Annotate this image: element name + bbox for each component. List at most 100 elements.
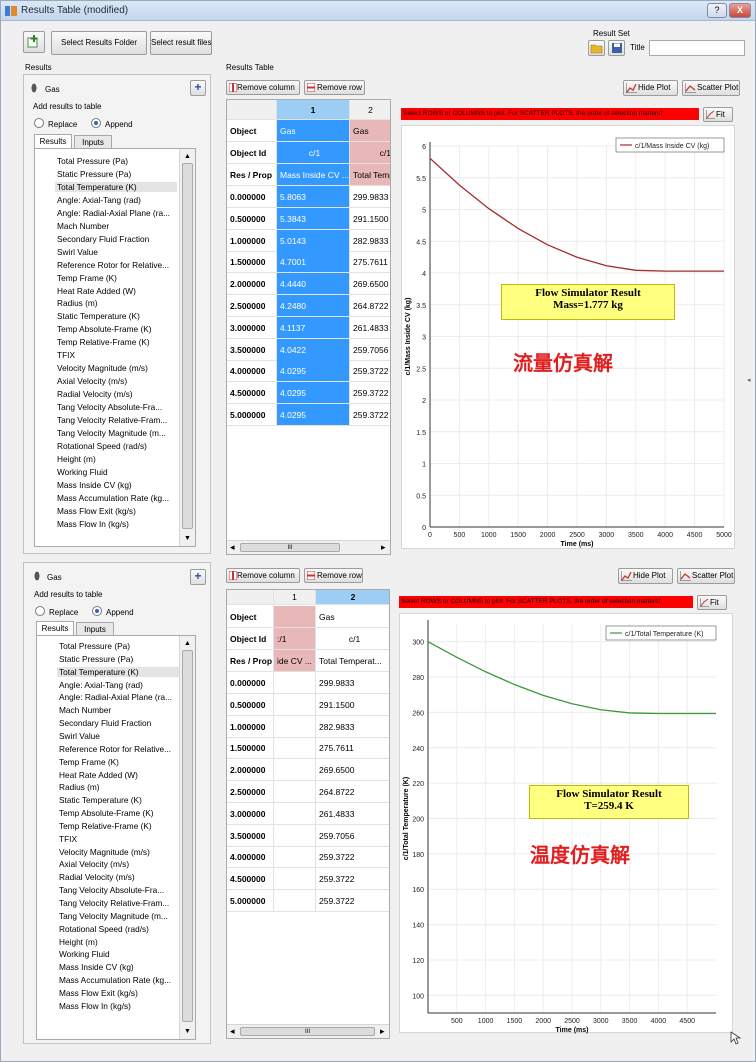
table-meta-cell[interactable]: Mass Inside CV ... (277, 164, 350, 186)
table-meta-cell-bottom[interactable]: c/1 (316, 628, 389, 650)
table-cell[interactable]: 275.7611 (350, 251, 390, 274)
scroll-up-arrow-bottom[interactable]: ▲ (184, 640, 191, 647)
table-cell-bottom[interactable]: 264.8722 (316, 781, 389, 803)
results-list-item[interactable]: Static Temperature (K) (57, 311, 140, 321)
results-list-bottom-item[interactable]: Heat Rate Added (W) (59, 770, 138, 780)
results-list-bottom-item[interactable]: Mach Number (59, 705, 111, 715)
table-meta-cell[interactable]: c/1 (277, 142, 350, 164)
table-row-bottom[interactable]: 1.500000 (227, 737, 274, 760)
table-row[interactable]: 5.000000 (227, 404, 277, 426)
select-result-files-button[interactable]: Select result files (150, 31, 212, 55)
results-list-item[interactable]: Reference Rotor for Relative... (57, 260, 169, 270)
table-cell[interactable]: 5.0143 (277, 229, 350, 252)
select-results-folder-button[interactable]: Select Results Folder (51, 31, 147, 55)
results-list-item[interactable]: Velocity Magnitude (m/s) (57, 363, 148, 373)
results-list-item[interactable]: Swirl Value (57, 247, 98, 257)
scatter-plot-button-bottom[interactable]: Scatter Plot (677, 568, 735, 584)
table-row[interactable]: 3.000000 (227, 316, 277, 339)
scroll-thumb[interactable] (182, 163, 193, 529)
table-cell[interactable]: 4.4440 (277, 273, 350, 296)
add-object-button[interactable]: + (190, 80, 206, 96)
results-list-item[interactable]: Radial Velocity (m/s) (57, 389, 133, 399)
table-cell-bottom[interactable]: 259.7056 (316, 825, 389, 847)
table-cell[interactable]: 4.0295 (277, 404, 350, 426)
table-cell[interactable]: 259.3722 (350, 404, 390, 426)
results-list-bottom-item[interactable]: Tang Velocity Magnitude (m... (59, 911, 168, 921)
results-list-bottom-item[interactable]: Reference Rotor for Relative... (59, 744, 171, 754)
table-row[interactable]: 3.500000 (227, 338, 277, 361)
table-cell[interactable]: 259.7056 (350, 339, 390, 361)
table-cell[interactable]: 269.6500 (350, 273, 390, 296)
table-cell[interactable]: 4.7001 (277, 251, 350, 274)
table-cell-bottom[interactable] (274, 737, 316, 760)
column-header-1-bottom[interactable]: 1 (274, 590, 316, 605)
column-header-2-bottom[interactable]: 2 (316, 590, 389, 605)
results-list-scrollbar[interactable]: ▲ ▼ (179, 149, 195, 546)
hscroll-right-arrow-bottom[interactable]: ▸ (380, 1026, 385, 1037)
remove-row-button-top[interactable]: Remove row (304, 80, 365, 95)
results-list-bottom-item[interactable]: Working Fluid (59, 949, 110, 959)
table-meta-cell[interactable]: Gas (350, 120, 390, 142)
table-cell[interactable]: 261.4833 (350, 317, 390, 339)
results-list-bottom-item[interactable]: Angle: Axial-Tang (rad) (59, 680, 143, 690)
tab-inputs-bottom[interactable]: Inputs (76, 622, 114, 636)
results-list-bottom-item[interactable]: Mass Accumulation Rate (kg... (59, 975, 171, 985)
results-list-bottom-item[interactable]: Angle: Radial-Axial Plane (ra... (59, 692, 172, 702)
hscroll-left-arrow[interactable]: ◂ (230, 542, 235, 553)
table-cell-bottom[interactable] (274, 824, 316, 847)
results-list-item[interactable]: Temp Absolute-Frame (K) (57, 324, 152, 334)
table-cell-bottom[interactable] (274, 868, 316, 891)
results-list-item[interactable]: Secondary Fluid Fraction (57, 234, 149, 244)
table-row-bottom[interactable]: 3.000000 (227, 802, 274, 825)
remove-row-button-bottom[interactable]: Remove row (304, 568, 363, 583)
results-list-item[interactable]: Angle: Radial-Axial Plane (ra... (57, 208, 170, 218)
replace-radio-bottom[interactable] (35, 606, 45, 616)
table-cell[interactable]: 4.0295 (277, 360, 350, 383)
table-cell-bottom[interactable] (274, 693, 316, 716)
table-cell-bottom[interactable]: 259.3722 (316, 846, 389, 869)
table-row[interactable]: 1.500000 (227, 251, 277, 274)
results-list-bottom-item[interactable]: Mass Flow In (kg/s) (59, 1001, 131, 1011)
table-cell-bottom[interactable] (274, 672, 316, 694)
close-button[interactable]: X (729, 3, 751, 18)
table-cell-bottom[interactable]: 291.1500 (316, 694, 389, 716)
append-radio[interactable] (91, 118, 101, 128)
table-meta-cell-bottom[interactable]: :/1 (274, 628, 316, 650)
table-row-bottom[interactable]: 0.500000 (227, 693, 274, 716)
table-cell-bottom[interactable]: 299.9833 (316, 672, 389, 694)
table-cell[interactable]: 4.1137 (277, 316, 350, 339)
table-meta-cell-bottom[interactable]: Total Temperat... (316, 650, 389, 672)
table-cell[interactable]: 259.3722 (350, 382, 390, 405)
table-meta-cell[interactable]: Total Temp (350, 164, 390, 186)
resize-grip-icon[interactable] (729, 1031, 741, 1045)
table-cell[interactable]: 282.9833 (350, 230, 390, 252)
results-list-item[interactable]: Temp Frame (K) (57, 273, 117, 283)
tab-inputs[interactable]: Inputs (74, 135, 112, 149)
plot-panel-bottom[interactable]: 100 120 140 160 180 200 220 240 260 280 300 500 1000… (399, 613, 733, 1034)
results-list-item[interactable]: Tang Velocity Relative-Fram... (57, 415, 167, 425)
table-meta-cell-bottom[interactable]: ide CV ... (274, 650, 316, 672)
scroll-up-arrow[interactable]: ▲ (184, 153, 191, 160)
table-meta-cell-bottom[interactable]: Gas (316, 606, 389, 628)
table-row[interactable]: 1.000000 (227, 229, 277, 252)
results-list-bottom-item[interactable]: Static Pressure (Pa) (59, 654, 133, 664)
results-list-item[interactable]: Axial Velocity (m/s) (57, 376, 127, 386)
results-list-item[interactable]: Working Fluid (57, 467, 108, 477)
hscroll-right-arrow[interactable]: ▸ (381, 542, 386, 553)
hscroll-thumb[interactable]: III (240, 543, 340, 552)
results-data-table-bottom[interactable]: 1 2 Object Gas Object Id:/1 c/1 Res / Prop id… (226, 589, 390, 1039)
table-row-bottom[interactable]: 2.500000 (227, 781, 274, 803)
table-row-bottom[interactable]: 4.500000 (227, 868, 274, 891)
table-cell[interactable]: 299.9833 (350, 186, 390, 208)
hscroll-left-arrow-bottom[interactable]: ◂ (230, 1026, 235, 1037)
results-list-item[interactable]: Rotational Speed (rad/s) (57, 441, 147, 451)
table-row-bottom[interactable]: 2.000000 (227, 759, 274, 782)
results-list-item[interactable]: Mass Flow Exit (kg/s) (57, 506, 136, 516)
table-cell[interactable]: 259.3722 (350, 360, 390, 383)
hide-plot-button-top[interactable]: Hide Plot (623, 80, 678, 96)
add-results-icon-button[interactable] (23, 31, 45, 53)
results-list-bottom-item[interactable]: Static Temperature (K) (59, 795, 142, 805)
tab-results[interactable]: Results (34, 134, 72, 148)
table-row-bottom[interactable]: 1.000000 (227, 715, 274, 738)
table-cell-bottom[interactable] (274, 781, 316, 803)
